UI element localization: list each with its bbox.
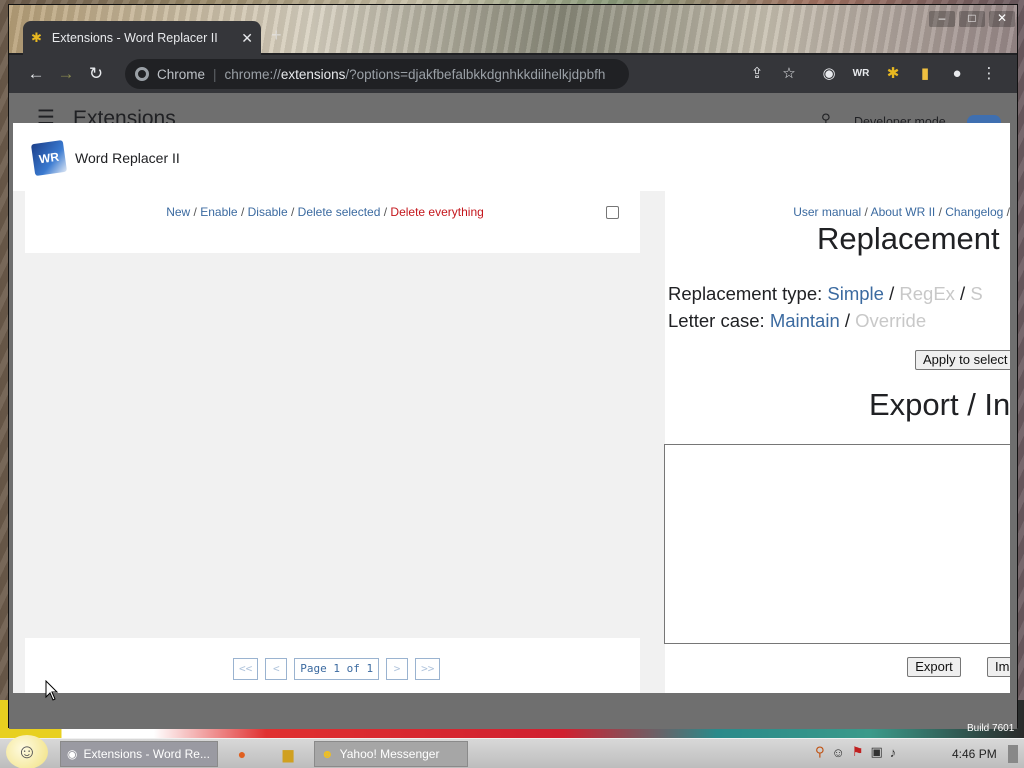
page-indicator: Page 1 of 1 — [294, 658, 380, 680]
first-page-button[interactable]: << — [233, 658, 259, 680]
rules-list-panel: New / Enable / Disable / Delete selected… — [13, 191, 653, 693]
maintain-option[interactable]: Maintain — [770, 310, 840, 331]
pager: << < Page 1 of 1 > >> — [233, 658, 441, 680]
back-arrow-icon[interactable]: ← — [21, 64, 51, 84]
taskbar-chrome-label: Extensions - Word Re... — [83, 747, 210, 761]
taskbar-clock: 4:46 PM — [952, 747, 997, 761]
network-tray-icon[interactable]: ▣ — [870, 744, 882, 760]
close-window-button[interactable]: ✕ — [989, 11, 1015, 27]
replacement-heading: Replacement — [817, 221, 1000, 256]
folder-icon[interactable]: ▆ — [278, 744, 298, 764]
side-panel-icon[interactable]: ▮ — [913, 61, 937, 85]
browser-toolbar: ← → ↻ Chrome | chrome://extensions/?opti… — [9, 55, 1017, 93]
minimize-button[interactable]: – — [929, 11, 955, 27]
enable-link[interactable]: Enable — [200, 205, 237, 219]
taskbar: ☺ ◉ Extensions - Word Re... ● ▆ ☻ Yahoo!… — [0, 735, 1024, 768]
next-page-button[interactable]: > — [386, 658, 409, 680]
delete-selected-link[interactable]: Delete selected — [298, 205, 381, 219]
forward-arrow-icon[interactable]: → — [51, 64, 81, 84]
firefox-icon[interactable]: ● — [232, 744, 252, 764]
flag-tray-icon[interactable]: ⚑ — [852, 744, 864, 760]
extension-options-dialog: WR Word Replacer II New / Enable / Disab… — [13, 123, 1010, 693]
export-button[interactable]: Export — [907, 657, 961, 677]
new-rule-link[interactable]: New — [166, 205, 190, 219]
export-import-textarea[interactable] — [664, 444, 1010, 644]
word-replacer-extension-icon[interactable]: WR — [849, 61, 873, 85]
omnibox-divider: | — [213, 66, 217, 82]
menu-kebab-icon[interactable]: ⋮ — [977, 61, 1001, 85]
search-tray-icon[interactable]: ⚲ — [815, 744, 825, 760]
settings-panel: User manual / About WR II / Changelog / … — [653, 191, 1010, 693]
puzzle-piece-icon: ✱ — [31, 30, 42, 45]
select-all-checkbox[interactable] — [606, 206, 619, 219]
build-text: Build 7601 — [967, 723, 1015, 734]
bookmark-star-icon[interactable]: ☆ — [777, 61, 801, 85]
maximize-button[interactable]: □ — [959, 11, 985, 27]
link-separator: / — [1003, 205, 1010, 219]
regex-option[interactable]: RegEx — [899, 283, 955, 304]
system-tray: ⚲ ☺ ⚑ ▣ ♪ — [815, 744, 896, 760]
extensions-puzzle-icon[interactable]: ✱ — [881, 61, 905, 85]
window-controls: – □ ✕ — [929, 11, 1015, 27]
new-tab-button[interactable]: + — [271, 25, 282, 46]
last-page-button[interactable]: >> — [415, 658, 441, 680]
changelog-link[interactable]: Changelog — [945, 205, 1003, 219]
reload-icon[interactable]: ↻ — [81, 64, 111, 84]
address-bar[interactable]: Chrome | chrome://extensions/?options=dj… — [125, 59, 629, 89]
delete-everything-link[interactable]: Delete everything — [390, 205, 483, 219]
volume-tray-icon[interactable]: ♪ — [890, 745, 897, 760]
profile-avatar-icon[interactable]: ● — [945, 61, 969, 85]
mouse-pointer-icon — [45, 680, 59, 701]
chrome-icon — [135, 67, 149, 81]
browser-tab[interactable]: ✱ Extensions - Word Replacer II ✕ — [23, 21, 261, 55]
tab-close-icon[interactable]: ✕ — [241, 30, 253, 47]
prev-page-button[interactable]: < — [265, 658, 288, 680]
chrome-icon: ◉ — [67, 747, 78, 761]
import-button[interactable]: Im — [987, 657, 1010, 677]
tab-title: Extensions - Word Replacer II — [51, 31, 218, 45]
yahoo-messenger-icon: ☻ — [321, 747, 334, 761]
action-separator: / — [190, 205, 201, 219]
link-separator: / — [861, 205, 871, 219]
simple-option[interactable]: Simple — [827, 283, 884, 304]
dialog-header: WR Word Replacer II — [13, 123, 1010, 191]
profile-flag-icon[interactable]: ◉ — [817, 61, 841, 85]
action-separator: / — [237, 205, 248, 219]
url-path: /?options=djakfbefalbkkdgnhkkdiihelkjdpb… — [345, 66, 606, 82]
taskbar-yahoo-button[interactable]: ☻ Yahoo! Messenger — [314, 741, 468, 767]
apply-to-selected-button[interactable]: Apply to select — [915, 350, 1010, 370]
share-icon[interactable]: ⇪ — [745, 61, 769, 85]
help-links: User manual / About WR II / Changelog / — [793, 205, 1010, 219]
taskbar-chrome-button[interactable]: ◉ Extensions - Word Re... — [60, 741, 218, 767]
action-separator: / — [380, 205, 391, 219]
letter-case-label: Letter case: — [668, 310, 770, 331]
rules-list-toolbar: New / Enable / Disable / Delete selected… — [25, 191, 640, 253]
link-separator: / — [935, 205, 946, 219]
dialog-title: Word Replacer II — [75, 150, 180, 166]
export-import-heading: Export / In — [869, 387, 1010, 422]
taskbar-yahoo-label: Yahoo! Messenger — [339, 747, 440, 761]
messenger-tray-icon[interactable]: ☺ — [832, 745, 845, 760]
about-link[interactable]: About WR II — [871, 205, 936, 219]
url-host: extensions — [280, 66, 346, 82]
replacement-type-row: Replacement type: Simple / RegEx / S — [668, 283, 983, 304]
user-manual-link[interactable]: User manual — [793, 205, 861, 219]
action-separator: / — [287, 205, 298, 219]
list-actions: New / Enable / Disable / Delete selected… — [25, 205, 625, 219]
third-type-option[interactable]: S — [970, 283, 982, 304]
url-scheme: chrome:// — [224, 66, 281, 82]
omnibox-chip: Chrome — [157, 66, 206, 82]
override-option[interactable]: Override — [855, 310, 926, 331]
letter-case-row: Letter case: Maintain / Override — [668, 310, 927, 331]
disable-link[interactable]: Disable — [248, 205, 288, 219]
word-replacer-logo: WR — [30, 139, 68, 177]
start-button[interactable]: ☺ — [6, 735, 48, 768]
pagination-bar: << < Page 1 of 1 > >> — [25, 638, 640, 693]
show-desktop-button[interactable] — [1008, 745, 1018, 763]
replacement-type-label: Replacement type: — [668, 283, 828, 304]
